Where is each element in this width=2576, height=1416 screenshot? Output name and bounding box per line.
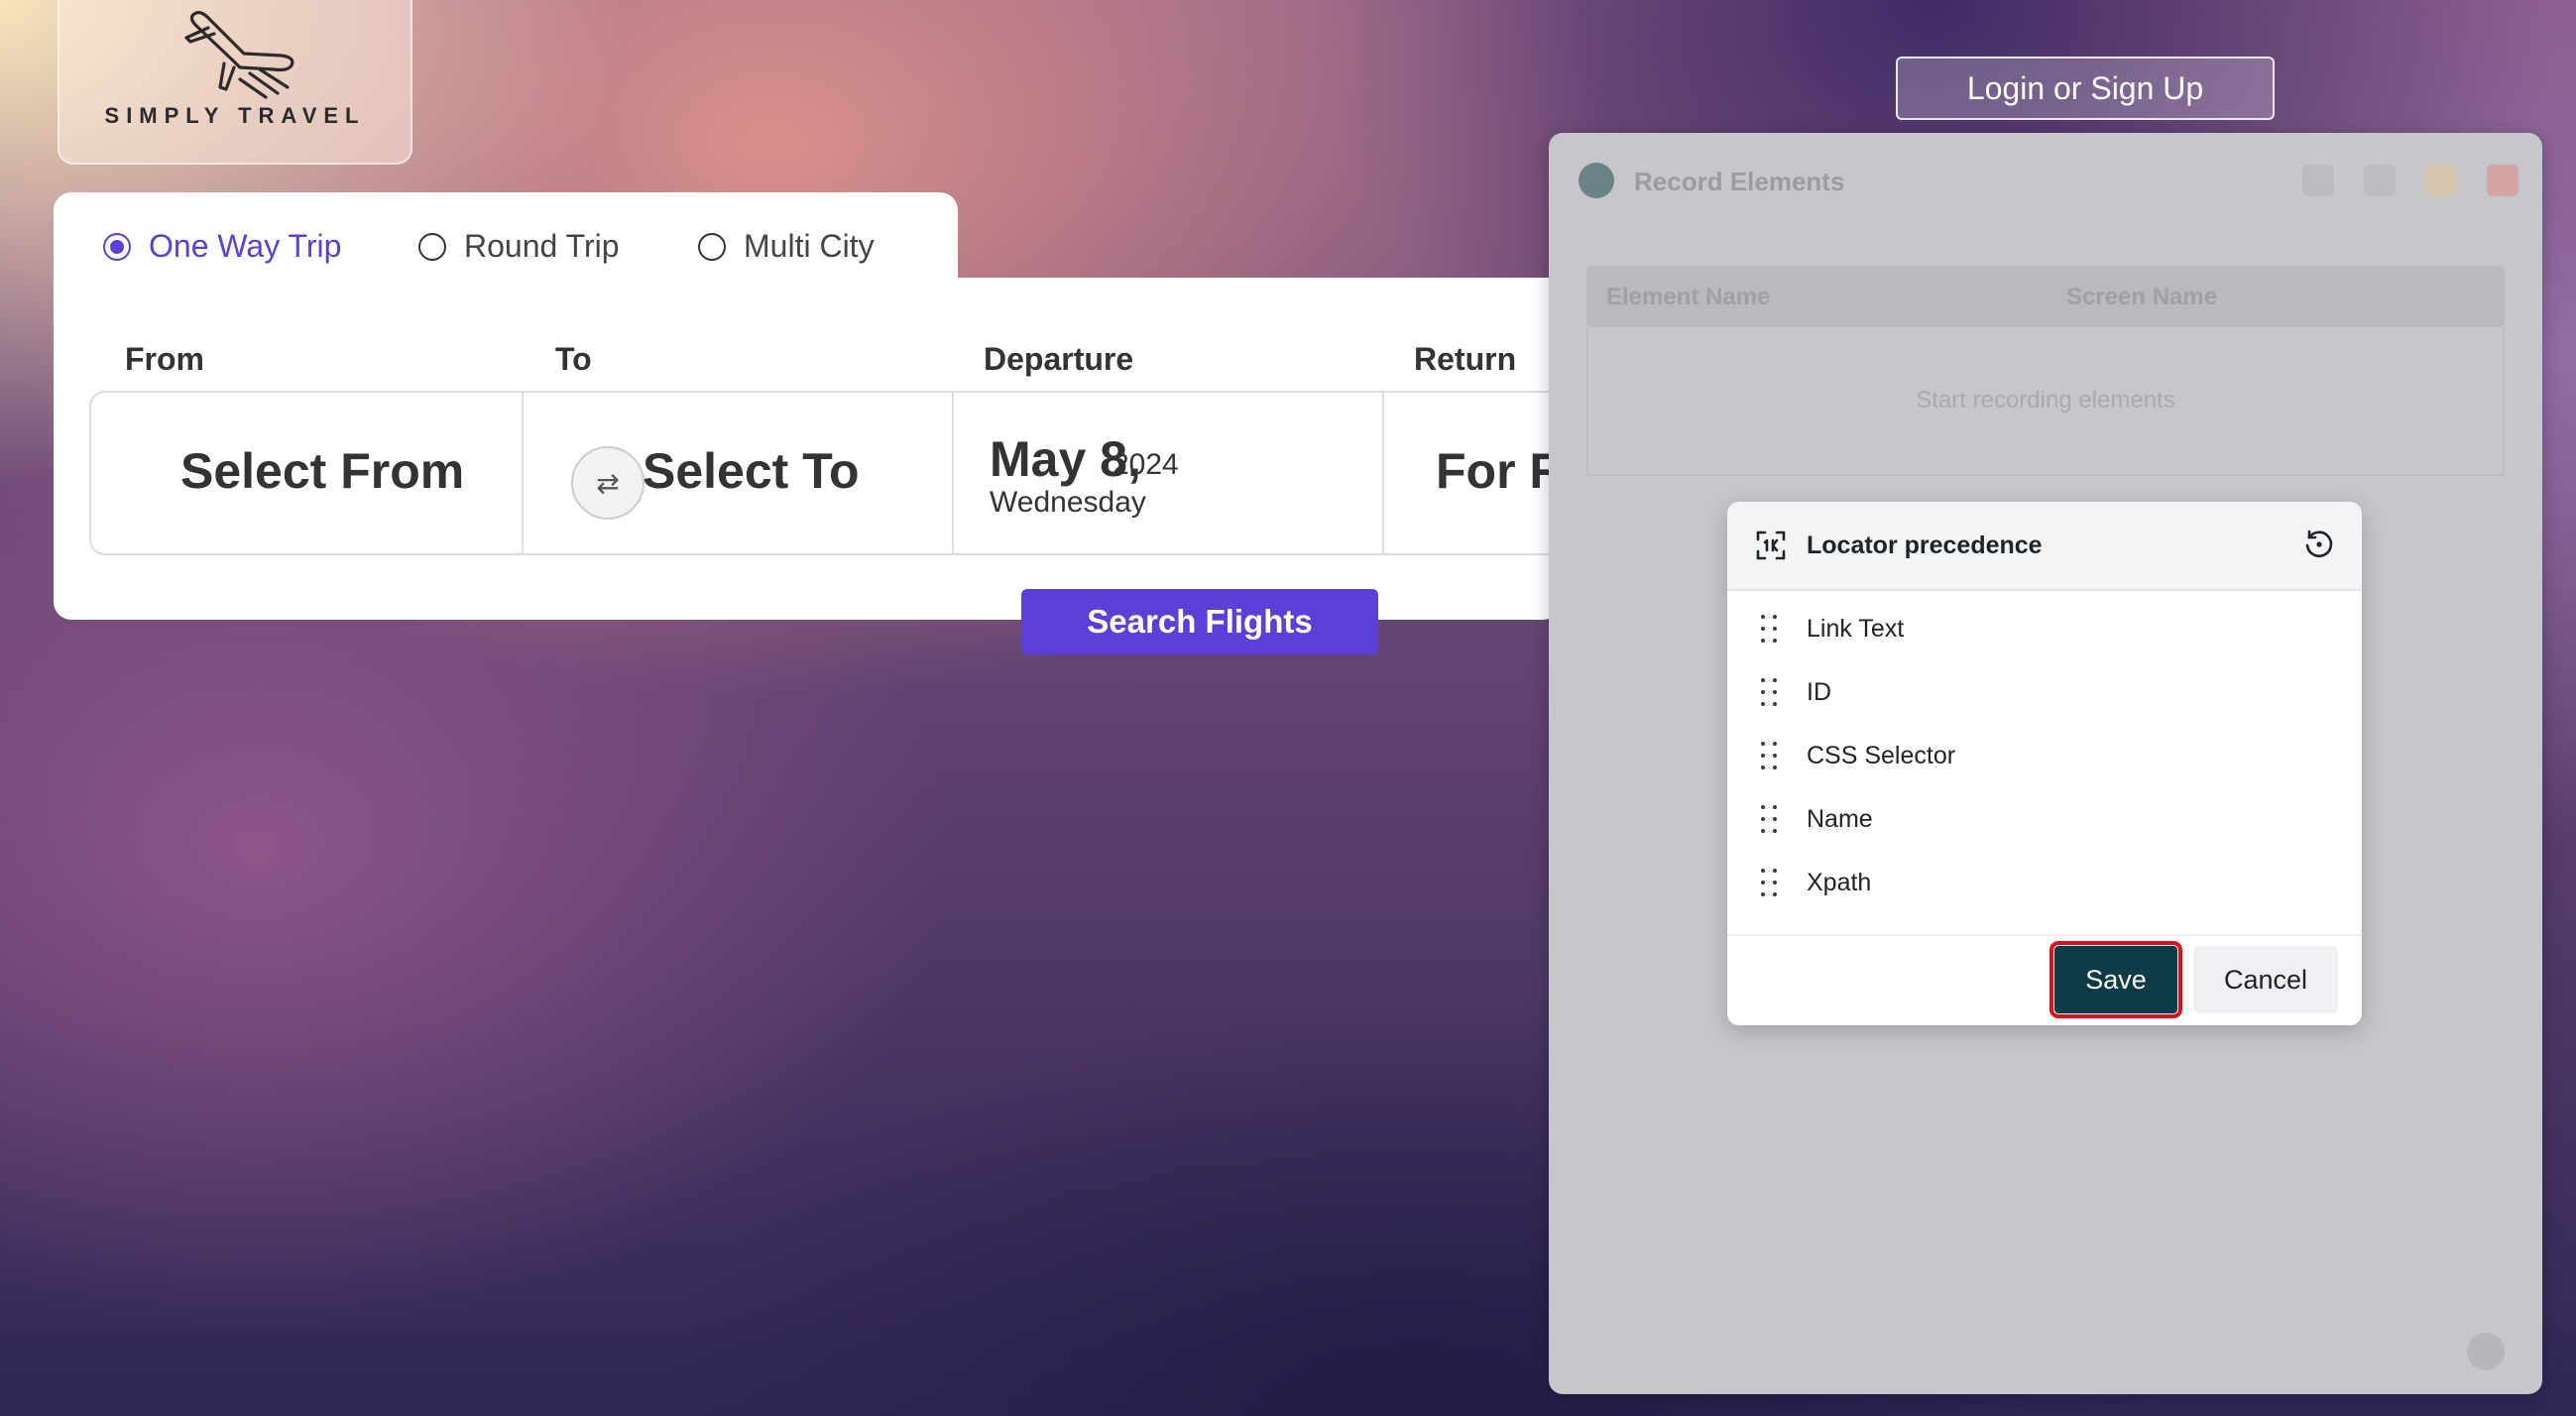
locator-label: Link Text — [1807, 614, 1905, 643]
dialog-header: Locator precedence — [1727, 502, 2362, 591]
locator-label: Xpath — [1807, 868, 1872, 896]
drag-handle-icon[interactable] — [1761, 678, 1777, 706]
panel-title: Record Elements — [1634, 167, 1845, 196]
departure-label: Departure — [984, 341, 1134, 377]
departure-field[interactable]: May 8, 2024 Wednesday — [952, 393, 1382, 553]
dialog-footer: Save Cancel — [1727, 934, 2362, 1025]
brand-logo[interactable]: SIMPLY TRAVEL — [58, 0, 412, 165]
locator-item[interactable]: ID — [1727, 660, 2362, 724]
locator-label: Name — [1807, 804, 1873, 833]
to-label: To — [555, 341, 592, 377]
extension-logo-icon — [1579, 163, 1614, 198]
trip-type-label: Multi City — [744, 228, 875, 264]
edit-icon[interactable] — [2302, 165, 2334, 196]
minimize-icon[interactable] — [2425, 165, 2457, 196]
drag-handle-icon[interactable] — [1761, 742, 1777, 769]
departure-year: 2024 — [1112, 448, 1179, 481]
airplane-icon — [184, 11, 294, 99]
locator-label: CSS Selector — [1807, 741, 1956, 769]
from-value: Select From — [180, 443, 465, 499]
flight-fields: Select From Select To May 8, 2024 Wednes… — [89, 391, 1676, 555]
drag-handle-icon[interactable] — [1761, 805, 1777, 833]
locator-list: Link Text ID CSS Selector Name Xpath — [1727, 597, 2362, 914]
column-element-name: Element Name — [1606, 284, 1771, 310]
save-button[interactable]: Save — [2049, 941, 2182, 1018]
brand-name: SIMPLY TRAVEL — [104, 103, 366, 128]
locator-item[interactable]: Xpath — [1727, 851, 2362, 914]
panel-header: Record Elements — [1549, 133, 2542, 224]
help-icon[interactable] — [2467, 1333, 2505, 1370]
search-flights-button[interactable]: Search Flights — [1021, 589, 1378, 654]
swap-icon[interactable]: ⇄ — [571, 446, 644, 520]
drag-handle-icon[interactable] — [1761, 869, 1777, 896]
column-screen-name: Screen Name — [2066, 284, 2218, 310]
trip-type-multi-city[interactable]: Multi City — [698, 228, 875, 265]
locator-precedence-dialog: Locator precedence Link Text ID CSS Sele… — [1727, 502, 2362, 1025]
from-label: From — [125, 341, 204, 377]
cancel-button[interactable]: Cancel — [2193, 946, 2338, 1013]
locator-item[interactable]: Name — [1727, 787, 2362, 851]
login-signup-button[interactable]: Login or Sign Up — [1896, 57, 2275, 120]
departure-weekday: Wednesday — [990, 486, 1146, 519]
locator-label: ID — [1807, 677, 1831, 706]
trip-type-label: Round Trip — [464, 228, 620, 264]
to-value: Select To — [643, 443, 860, 499]
elements-table-header: Element Name Screen Name — [1586, 266, 2505, 327]
close-icon[interactable] — [2487, 165, 2518, 196]
reset-icon[interactable] — [2302, 528, 2336, 561]
from-field[interactable]: Select From — [91, 393, 522, 553]
return-label: Return — [1414, 341, 1517, 377]
radio-button-icon — [103, 232, 131, 261]
locator-item[interactable]: CSS Selector — [1727, 724, 2362, 787]
radio-button-icon — [698, 232, 726, 261]
trip-type-label: One Way Trip — [149, 228, 342, 264]
empty-state-text: Start recording elements — [1586, 327, 2505, 476]
locator-item[interactable]: Link Text — [1727, 597, 2362, 660]
drag-handle-icon[interactable] — [1761, 615, 1777, 643]
locator-icon — [1756, 531, 1786, 560]
trip-type-one-way[interactable]: One Way Trip — [103, 228, 341, 265]
dialog-title: Locator precedence — [1807, 531, 2043, 559]
trip-type-round-trip[interactable]: Round Trip — [418, 228, 620, 265]
settings-icon[interactable] — [2364, 165, 2396, 196]
radio-button-icon — [418, 232, 446, 261]
